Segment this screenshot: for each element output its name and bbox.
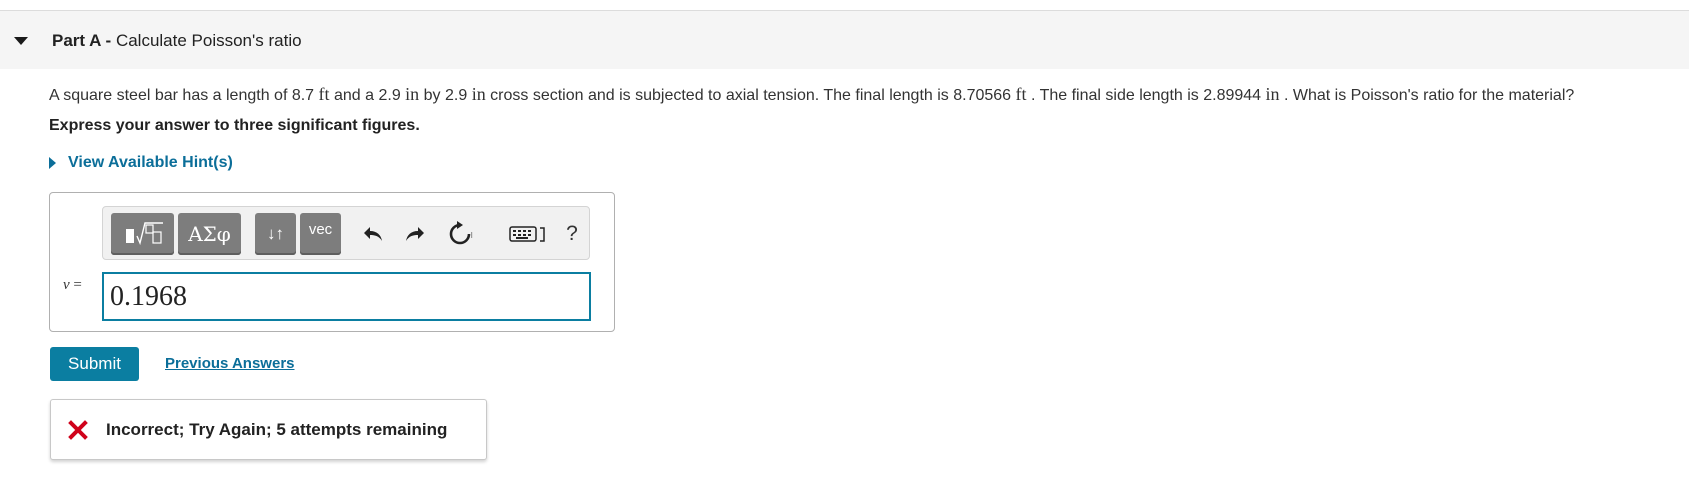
- unit-ft: ft: [1015, 84, 1027, 104]
- vector-button[interactable]: vec: [300, 213, 341, 255]
- templates-icon: [125, 222, 163, 246]
- question-segment: and a 2.9: [333, 87, 401, 104]
- view-hints-toggle[interactable]: View Available Hint(s): [49, 154, 233, 172]
- help-button[interactable]: ?: [557, 219, 587, 249]
- submit-button[interactable]: Submit: [50, 347, 139, 381]
- question-segment: . The final side length is 2.89944: [1030, 87, 1262, 104]
- reset-icon[interactable]: [445, 219, 475, 249]
- incorrect-x-icon: [68, 420, 88, 440]
- unit-in: in: [405, 84, 420, 104]
- answer-input[interactable]: [102, 272, 591, 321]
- question-segment: A square steel bar has a length of 8.7: [49, 87, 315, 104]
- feedback-message: Incorrect; Try Again; 5 attempts remaini…: [106, 420, 448, 439]
- keyboard-icon[interactable]: [508, 219, 548, 249]
- question-text: A square steel bar has a length of 8.7 f…: [49, 84, 1574, 105]
- math-toolbar: ΑΣφ ↓↑ vec ?: [102, 206, 590, 260]
- part-title: Part A - Calculate Poisson's ratio: [52, 31, 302, 51]
- instruction-text: Express your answer to three significant…: [49, 117, 420, 134]
- caret-right-icon: [49, 157, 56, 169]
- equals-sign: =: [73, 277, 82, 293]
- subscript-superscript-button[interactable]: ↓↑: [255, 213, 296, 255]
- unit-in: in: [1265, 84, 1280, 104]
- greek-symbols-button[interactable]: ΑΣφ: [178, 213, 241, 255]
- feedback-box: Incorrect; Try Again; 5 attempts remaini…: [50, 399, 487, 460]
- unit-in: in: [471, 84, 486, 104]
- part-name: Calculate Poisson's ratio: [115, 31, 302, 50]
- answer-box: ΑΣφ ↓↑ vec ? ν = 0.1968: [49, 192, 615, 332]
- question-segment: cross section and is subjected to axial …: [490, 87, 1012, 104]
- previous-answers-link[interactable]: Previous Answers: [165, 355, 295, 372]
- collapse-caret-icon[interactable]: [14, 37, 28, 45]
- variable-label: ν =: [63, 277, 82, 294]
- question-segment: by 2.9: [423, 87, 468, 104]
- variable-symbol: ν: [63, 277, 70, 293]
- redo-icon[interactable]: [400, 219, 430, 249]
- view-hints-label: View Available Hint(s): [68, 154, 233, 171]
- unit-ft: ft: [318, 84, 330, 104]
- question-segment: . What is Poisson's ratio for the materi…: [1284, 87, 1575, 104]
- undo-icon[interactable]: [358, 219, 388, 249]
- templates-button[interactable]: [111, 213, 174, 255]
- part-label: Part A -: [52, 31, 112, 50]
- part-header[interactable]: Part A - Calculate Poisson's ratio: [0, 11, 1689, 69]
